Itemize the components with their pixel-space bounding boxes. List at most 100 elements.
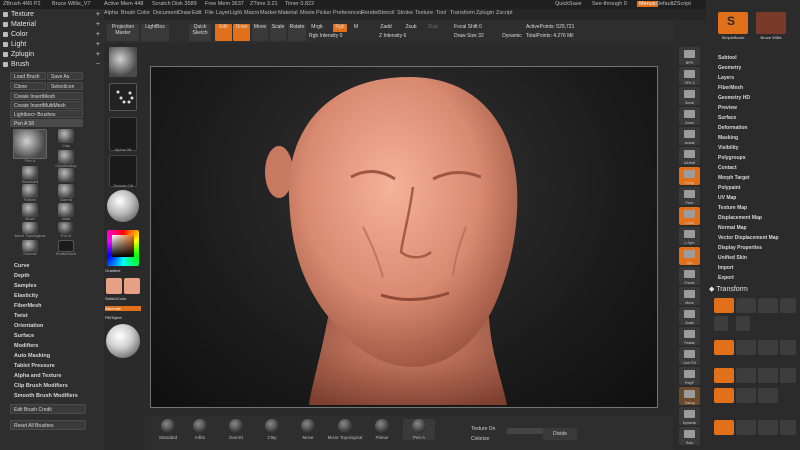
- quicksave-button[interactable]: QuickSave: [555, 1, 582, 7]
- inflate-brush-thumb[interactable]: [58, 203, 74, 217]
- color-picker[interactable]: [107, 230, 139, 266]
- surface-tool-subpalette[interactable]: Surface: [718, 115, 736, 121]
- draw-button[interactable]: Draw: [233, 24, 250, 41]
- clone-button[interactable]: Clone: [10, 82, 46, 90]
- claybuildup-brush-thumb[interactable]: [58, 150, 74, 164]
- create-insertmesh-button[interactable]: Create InsertMesh: [10, 92, 83, 100]
- menu-alpha[interactable]: Alpha: [104, 10, 118, 16]
- standard-brush-thumb[interactable]: [22, 166, 38, 180]
- gizmo-button[interactable]: [714, 420, 734, 435]
- document-canvas[interactable]: [150, 66, 658, 408]
- line-fill-button[interactable]: Line Fill: [679, 347, 700, 365]
- planar-brush-button[interactable]: Planar: [367, 419, 397, 440]
- menu-zplugin[interactable]: Zplugin: [476, 10, 494, 16]
- current-brush-slider[interactable]: Pen A 58: [10, 119, 83, 127]
- contact-subpalette[interactable]: Contact: [718, 165, 737, 171]
- edit-button[interactable]: Edit: [215, 24, 232, 41]
- gizmo-reset-button[interactable]: [758, 420, 778, 435]
- geometry-hd-subpalette[interactable]: Geometry HD: [718, 95, 750, 101]
- dynamic-button[interactable]: Dynamic: [502, 33, 522, 41]
- local-button[interactable]: Local: [679, 207, 700, 225]
- menu-render[interactable]: Render: [361, 10, 379, 16]
- zcut-button[interactable]: Zcut: [426, 24, 440, 32]
- symmetry-y-button[interactable]: [736, 340, 756, 355]
- inflate-brush-button[interactable]: Inflat: [185, 419, 215, 440]
- depth-subpalette[interactable]: Depth: [14, 273, 30, 279]
- rgb-intensity-slider[interactable]: Rgb Intensity 0: [309, 33, 359, 41]
- move-button[interactable]: Move: [252, 24, 268, 41]
- move-brush-thumb[interactable]: [22, 203, 38, 217]
- lightbox-button[interactable]: LightBox: [141, 24, 169, 41]
- geometry-subpalette[interactable]: Geometry: [718, 65, 741, 71]
- palette-material[interactable]: Material +: [2, 20, 102, 29]
- m-button[interactable]: M: [352, 24, 360, 32]
- display-properties-subpalette[interactable]: Display Properties: [718, 245, 762, 251]
- clay-brush-button[interactable]: Clay: [257, 419, 287, 440]
- z-intensity-slider[interactable]: Z Intensity 6: [379, 33, 427, 41]
- clay-brush-thumb[interactable]: [58, 129, 74, 143]
- aahalf-button[interactable]: AAHalf: [679, 147, 700, 165]
- morph-target-subpalette[interactable]: Morph Target: [718, 175, 750, 181]
- dynamic-view-button[interactable]: Dynamic: [679, 407, 700, 425]
- auto-masking-subpalette[interactable]: Auto Masking: [14, 353, 50, 359]
- draw-size-slider[interactable]: Draw Size 32: [454, 33, 500, 41]
- local-symmetry-button[interactable]: [714, 368, 734, 383]
- uv-map-subpalette[interactable]: UV Map: [718, 195, 736, 201]
- pen-brush-button[interactable]: Pen A: [403, 419, 435, 440]
- unmirror-button[interactable]: [758, 388, 778, 403]
- polyframe-toggle-button[interactable]: [780, 368, 796, 383]
- spacing-button[interactable]: [758, 368, 778, 383]
- divide-button[interactable]: Divide: [543, 428, 577, 440]
- create-insertmultimesh-button[interactable]: Create InsertMultiMesh: [10, 101, 83, 109]
- preview-subpalette[interactable]: Preview: [718, 105, 737, 111]
- masking-subpalette[interactable]: Masking: [718, 135, 738, 141]
- transform-scale-button[interactable]: [758, 298, 778, 313]
- palette-light[interactable]: Light +: [2, 40, 102, 49]
- samples-subpalette[interactable]: Samples: [14, 283, 37, 289]
- menu-material[interactable]: Material: [278, 10, 298, 16]
- standard-brush-thumb-2[interactable]: [58, 168, 74, 182]
- current-brush-thumbnail[interactable]: [13, 129, 47, 159]
- select-icon-button[interactable]: SelectIcon: [47, 82, 83, 90]
- deformation-subpalette[interactable]: Deformation: [718, 125, 747, 131]
- palette-brush[interactable]: Brush −: [2, 60, 102, 69]
- current-brush-shelf-button[interactable]: [109, 47, 137, 77]
- menu-transform[interactable]: Transform: [450, 10, 475, 16]
- menu-zscript[interactable]: Zscript: [496, 10, 513, 16]
- alpha-button[interactable]: [109, 117, 137, 151]
- transform-camera-button[interactable]: [736, 316, 750, 331]
- menu-color[interactable]: Color: [137, 10, 150, 16]
- load-brush-button[interactable]: Load Brush: [10, 72, 46, 80]
- import-subpalette[interactable]: Import: [718, 265, 734, 271]
- menus-button[interactable]: Menus: [637, 1, 658, 7]
- solo-button[interactable]: Solo: [679, 427, 700, 445]
- scale-button[interactable]: Scale: [270, 24, 286, 41]
- active-symmetry-button[interactable]: [714, 388, 734, 403]
- polypaint-subpalette[interactable]: Polypaint: [718, 185, 741, 191]
- elasticity-subpalette[interactable]: Elasticity: [14, 293, 38, 299]
- zsub-button[interactable]: Zsub: [404, 24, 418, 32]
- texture-on-button[interactable]: Texture On: [471, 426, 495, 432]
- standard-brush-button[interactable]: Standard: [153, 419, 183, 440]
- subtool-subpalette[interactable]: Subtool: [718, 55, 737, 61]
- menu-draw[interactable]: Draw: [178, 10, 191, 16]
- radial-button[interactable]: [736, 368, 756, 383]
- twist-subpalette[interactable]: Twist: [14, 313, 28, 319]
- displacement-map-subpalette[interactable]: Displacement Map: [718, 215, 762, 221]
- texture-map-subpalette[interactable]: Texture Map: [718, 205, 747, 211]
- flatten-brush-thumb[interactable]: [22, 184, 38, 198]
- menu-document[interactable]: Document: [153, 10, 178, 16]
- menu-file[interactable]: File: [205, 10, 214, 16]
- polyf-button[interactable]: PolyF: [679, 367, 700, 385]
- transform-move-button[interactable]: [736, 298, 756, 313]
- visibility-subpalette[interactable]: Visibility: [718, 145, 738, 151]
- rotate-button[interactable]: Rotate: [288, 24, 306, 41]
- quick-sketch-button[interactable]: Quick Sketch: [189, 24, 211, 41]
- palette-texture[interactable]: Texture +: [2, 10, 102, 19]
- zoom-button[interactable]: Zoom: [679, 107, 700, 125]
- normal-map-subpalette[interactable]: Normal Map: [718, 225, 747, 231]
- menu-stroke[interactable]: Stroke: [397, 10, 413, 16]
- main-color-swatch[interactable]: [106, 278, 122, 294]
- color-square[interactable]: [112, 235, 134, 257]
- clip-brush-modifiers-subpalette[interactable]: Clip Brush Modifiers: [14, 383, 68, 389]
